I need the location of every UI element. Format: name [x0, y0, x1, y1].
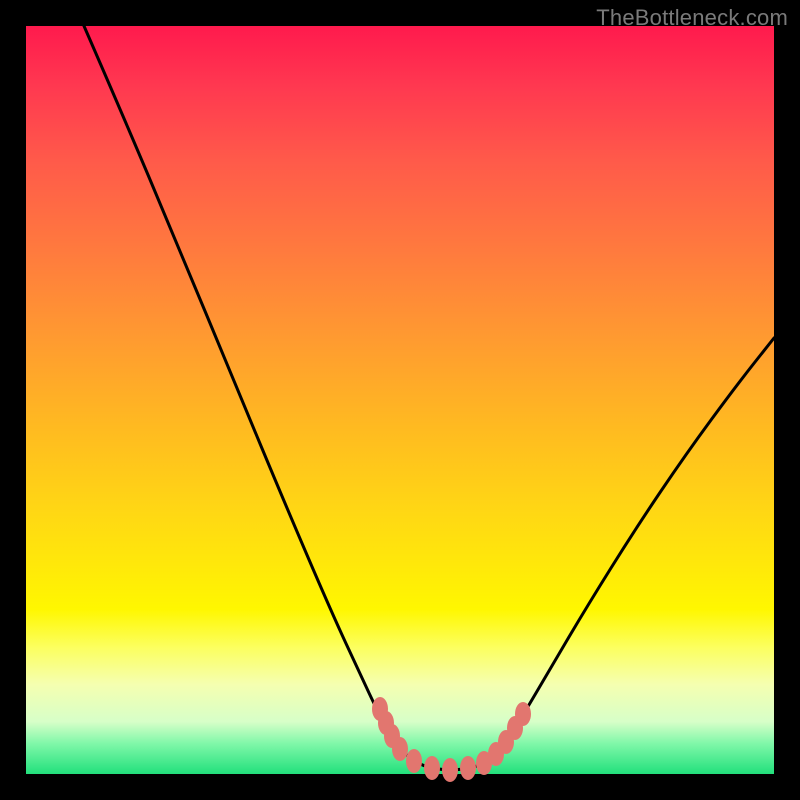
highlight-markers [372, 697, 531, 782]
marker-dot [424, 756, 440, 780]
marker-dot [460, 756, 476, 780]
curve-svg [26, 26, 774, 774]
bottleneck-curve [84, 26, 774, 770]
plot-area [26, 26, 774, 774]
marker-dot [406, 749, 422, 773]
chart-frame: TheBottleneck.com [0, 0, 800, 800]
marker-dot [515, 702, 531, 726]
marker-dot [442, 758, 458, 782]
marker-dot [392, 737, 408, 761]
